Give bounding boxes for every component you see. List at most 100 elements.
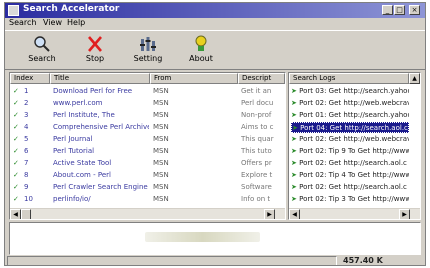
scroll-right-button[interactable]: ▶ [264,209,275,219]
result-index: 2 [24,99,29,107]
column-title[interactable]: Title [50,73,150,84]
result-link-icon: ✓ [13,135,19,143]
table-row[interactable]: ✓ 5 Perl Journal MSN This quar [10,134,285,145]
log-arrow-icon: ➤ [292,124,301,132]
result-link-icon: ✓ [13,171,19,179]
result-title: Perl Crawler Search Engine [53,183,148,191]
menu-search[interactable]: Search [9,18,36,27]
table-row[interactable]: ✓ 8 About.com - Perl MSN Explore t [10,170,285,181]
table-row[interactable]: ✓ 7 Active State Tool MSN Offers pr [10,158,285,169]
result-link-icon: ✓ [13,159,19,167]
result-from: MSN [153,159,169,167]
result-from: MSN [153,87,169,95]
table-row[interactable]: ✓ 2 www.perl.com MSN Perl docu [10,98,285,109]
log-text: Port 02: Get http://search.aol.c [299,159,407,167]
app-icon [8,5,19,16]
maximize-button[interactable]: □ [394,5,405,15]
table-row[interactable]: ✓ 3 Perl Institute, The MSN Non-prof [10,110,285,121]
log-scroll-left-button[interactable]: ◀ [289,209,300,219]
result-from: MSN [153,195,169,203]
download-size: 457.40 K [343,256,383,265]
toolbar: Search Stop Setting About [5,30,425,70]
result-description: Non-prof [241,111,272,119]
log-text: Port 02: Get http://search.aol.c [299,183,407,191]
stop-button[interactable]: Stop [74,35,116,69]
result-index: 9 [24,183,29,191]
result-description: Info on t [241,195,271,203]
table-row[interactable]: ✓ 9 Perl Crawler Search Engine MSN Software [10,182,285,193]
result-link-icon: ✓ [13,147,19,155]
log-arrow-icon: ➤ [291,171,300,179]
result-description: This tuto [241,147,272,155]
menu-help[interactable]: Help [67,18,85,27]
result-index: 6 [24,147,29,155]
result-from: MSN [153,183,169,191]
about-icon [195,35,207,51]
table-row[interactable]: ✓ 10 perlinfo/io/MSN Info on t [10,194,285,205]
result-title: Perl Journal [53,135,93,143]
column-index[interactable]: Index [10,73,50,84]
setting-icon [140,37,156,51]
about-button[interactable]: About [180,35,222,69]
scroll-left-button[interactable]: ◀ [10,209,21,219]
results-hscrollbar[interactable]: ◀ ▶ [10,208,285,219]
scroll-thumb[interactable] [21,209,31,219]
log-text: Port 02: Tip 4 To Get http://www [299,171,409,179]
title-bar[interactable]: Search Accelerator _ □ × [5,3,425,18]
result-description: Aims to c [241,123,274,131]
log-scroll-right-button[interactable]: ▶ [399,209,410,219]
log-text: Port 02: Get http://web.webcrav [299,99,409,107]
result-from: MSN [153,99,169,107]
log-entry[interactable]: ➤ Port 02: Tip 3 To Get http://www [291,194,409,205]
result-from: MSN [153,111,169,119]
log-text: Port 02: Tip 9 To Get http://www [299,147,409,155]
log-entry[interactable]: ➤ Port 03: Get http://search.yahoo [291,86,409,97]
log-arrow-icon: ➤ [291,135,300,143]
log-entry[interactable]: ➤ Port 02: Tip 4 To Get http://www [291,170,409,181]
result-from: MSN [153,123,169,131]
about-label: About [189,54,213,63]
result-title: Perl Institute, The [53,111,115,119]
result-link-icon: ✓ [13,183,19,191]
log-arrow-icon: ➤ [291,111,300,119]
log-entry[interactable]: ➤ Port 01: Get http://search.yahoo [291,110,409,121]
result-link-icon: ✓ [13,99,19,107]
status-bar: 457.40 K [5,255,425,265]
status-panel [7,256,337,265]
result-link-icon: ✓ [13,87,19,95]
log-entry[interactable]: ➤ Port 02: Get http://search.aol.c [291,158,409,169]
log-arrow-icon: ➤ [291,147,300,155]
results-list[interactable]: Index Title From Descript ✓ 1 Download Per… [9,72,286,220]
result-description: Software [241,183,272,191]
close-button[interactable]: × [409,5,420,15]
log-text: Port 04: Get http://search.aol.c [300,124,408,132]
table-row[interactable]: ✓ 4 Comprehensive Perl Archive ... MSN Aims … [10,122,285,133]
column-from[interactable]: From [150,73,238,84]
result-link-icon: ✓ [13,195,19,203]
log-entry[interactable]: ➤ Port 02: Get http://web.webcrav [291,98,409,109]
result-index: 5 [24,135,29,143]
log-header: Search Logs [289,73,409,84]
log-entry[interactable]: ➤ Port 02: Tip 9 To Get http://www [291,146,409,157]
setting-button[interactable]: Setting [127,35,169,69]
table-row[interactable]: ✓ 6 Perl Tutorial MSN This tuto [10,146,285,157]
table-row[interactable]: ✓ 1 Download Perl for Free MSN Get it an [10,86,285,97]
result-link-icon: ✓ [13,123,19,131]
scroll-up-button[interactable]: ▲ [409,73,420,84]
log-vscrollbar[interactable]: ▲ [409,73,420,84]
log-entry[interactable]: ➤ Port 04: Get http://search.aol.c [291,122,409,133]
column-descript[interactable]: Descript [238,73,285,84]
search-log-pane[interactable]: Search Logs ▲ ➤ Port 03: Get http://sear… [288,72,421,220]
menu-view[interactable]: View [43,18,62,27]
log-entry[interactable]: ➤ Port 02: Get http://search.aol.c [291,182,409,193]
result-index: 1 [24,87,29,95]
log-hscrollbar[interactable]: ◀ ▶ [289,208,420,219]
log-text: Port 02: Get http://web.webcrav [299,135,409,143]
result-index: 8 [24,171,29,179]
result-title: Comprehensive Perl Archive ... [53,123,149,131]
search-button[interactable]: Search [21,35,63,69]
minimize-button[interactable]: _ [382,5,393,15]
result-description: Explore t [241,171,273,179]
app-window: Search Accelerator _ □ × Search View Hel… [4,2,426,266]
log-entry[interactable]: ➤ Port 02: Get http://web.webcrav [291,134,409,145]
